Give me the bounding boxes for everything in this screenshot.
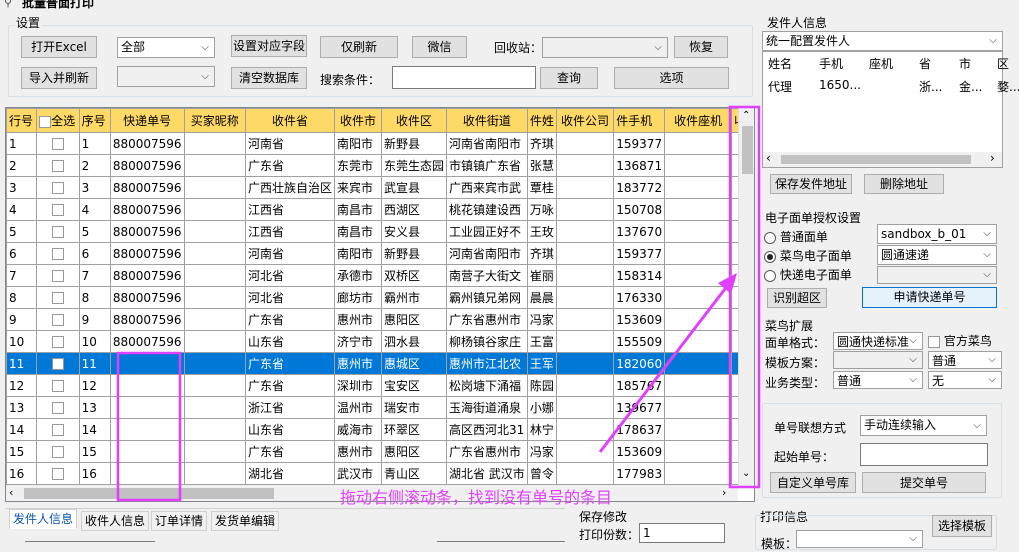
chevron-down-icon: ⌵ xyxy=(983,269,991,280)
scroll-right-arrow[interactable]: › xyxy=(990,151,995,165)
print-count-label: 打印份数： xyxy=(579,528,640,542)
custom-number-lib-button[interactable]: 自定义单号库 xyxy=(770,472,856,493)
tab-order-details[interactable]: 订单详情 xyxy=(151,511,208,531)
format-select[interactable]: 圆通快递标准 ⌵ xyxy=(833,332,923,350)
express-select[interactable]: 圆通速递 ⌵ xyxy=(877,245,997,265)
sender-header-landline: 座机 xyxy=(869,57,894,71)
chevron-down-icon: ⌵ xyxy=(909,374,917,385)
chevron-down-icon: ⌵ xyxy=(909,354,917,365)
sender-cell-name: 代理 xyxy=(768,80,793,94)
sender-header-city: 市 xyxy=(959,57,972,71)
sender-cell-mobile: 1650... xyxy=(819,78,861,92)
sender-cell-district: 婺... xyxy=(997,80,1019,94)
eorder-label: 电子面单授权设置 xyxy=(765,211,862,225)
sender-header-mobile: 手机 xyxy=(819,57,844,71)
template-label: 模板： xyxy=(761,537,798,551)
sender-header-district: 区 xyxy=(997,57,1010,71)
chevron-down-icon: ⌵ xyxy=(983,249,991,260)
third-select[interactable]: ⌵ xyxy=(877,266,997,284)
sender-hscroll-thumb[interactable] xyxy=(781,155,971,164)
radio-normal-icon[interactable] xyxy=(764,231,776,244)
sender-hscrollbar[interactable]: ‹ › xyxy=(763,151,1002,167)
scroll-left-arrow[interactable]: ‹ xyxy=(766,151,771,165)
chevron-down-icon: ⌵ xyxy=(973,420,981,431)
chevron-down-icon: ⌵ xyxy=(988,374,996,385)
sender-config-select[interactable]: 统一配置发件人 ⌵ xyxy=(762,31,1003,51)
bottom-field-line-2 xyxy=(437,541,565,545)
format-label: 面单格式： xyxy=(765,336,826,350)
chevron-down-icon: ⌵ xyxy=(989,35,997,46)
template-scheme-label: 模板方案： xyxy=(765,356,826,370)
bottom-field-line xyxy=(25,541,155,545)
chevron-down-icon: ⌵ xyxy=(983,228,991,239)
sender-list-row[interactable]: 代理 1650... 浙... 金... 婺... xyxy=(763,78,1019,96)
template-select[interactable]: ⌵ xyxy=(796,530,923,548)
sender-header-province: 省 xyxy=(919,57,932,71)
save-address-button[interactable]: 保存发件地址 xyxy=(770,174,852,194)
official-cainiao-checkbox-box[interactable] xyxy=(928,335,940,348)
annotation-text: 拖动右侧滚动条，找到没有单号的条目 xyxy=(340,488,613,507)
template-scheme-select[interactable]: ⌵ xyxy=(833,351,923,369)
radio-normal[interactable]: 普通面单 xyxy=(764,228,828,245)
number-mode-select[interactable]: 手动连续输入 ⌵ xyxy=(860,415,987,436)
radio-cainiao-icon[interactable] xyxy=(764,250,776,263)
sender-list[interactable]: 姓名 手机 座机 省 市 区 代理 1650... 浙... 金... 婺...… xyxy=(762,51,1019,168)
number-mode-label: 单号联想方式 xyxy=(774,421,847,435)
radio-express[interactable]: 快递电子面单 xyxy=(764,266,852,283)
sender-cell-province: 浙... xyxy=(919,80,943,94)
chevron-down-icon: ⌵ xyxy=(988,354,996,365)
official-cainiao-checkbox[interactable]: 官方菜鸟 xyxy=(928,332,992,349)
template-scheme-select-2[interactable]: 普通 ⌵ xyxy=(928,351,1002,369)
cainiao-label: 菜鸟扩展 xyxy=(765,319,814,333)
print-count-input[interactable]: 1 xyxy=(639,523,725,543)
annotation-box-scrollbar xyxy=(728,105,761,489)
apply-tracking-button[interactable]: 申请快递单号 xyxy=(862,287,997,308)
start-number-label: 起始单号： xyxy=(774,450,835,464)
sender-cell-city: 金... xyxy=(959,80,983,94)
select-template-button[interactable]: 选择模板 xyxy=(932,515,992,537)
tab-recipient-info[interactable]: 收件人信息 xyxy=(81,511,150,531)
identify-overrange-button[interactable]: 识别超区 xyxy=(767,288,827,308)
save-label: 保存修改 xyxy=(579,510,628,524)
radio-cainiao[interactable]: 菜鸟电子面单 xyxy=(764,247,852,264)
annotation-arrow-head xyxy=(718,273,737,294)
tab-sender-info[interactable]: 发件人信息 xyxy=(9,509,78,529)
delete-address-button[interactable]: 删除地址 xyxy=(864,174,944,194)
start-number-input[interactable] xyxy=(860,443,988,466)
business-type-label: 业务类型： xyxy=(765,376,826,390)
sender-label: 发件人信息 xyxy=(767,16,828,30)
sender-header-name: 姓名 xyxy=(768,57,793,71)
annotation-arrow-line xyxy=(598,284,730,453)
submit-number-button[interactable]: 提交单号 xyxy=(862,472,986,493)
radio-express-icon[interactable] xyxy=(764,269,776,282)
business-type-select-2[interactable]: 无 ⌵ xyxy=(928,371,1002,389)
annotation-box-empty-numbers xyxy=(116,351,182,502)
chevron-down-icon: ⌵ xyxy=(909,335,917,346)
tab-invoice-edit[interactable]: 发货单编辑 xyxy=(211,511,280,531)
sender-list-header: 姓名 手机 座机 省 市 区 xyxy=(763,55,1009,73)
account-select[interactable]: sandbox_b_01 ⌵ xyxy=(877,224,997,244)
business-type-select[interactable]: 普通 ⌵ xyxy=(833,371,923,389)
